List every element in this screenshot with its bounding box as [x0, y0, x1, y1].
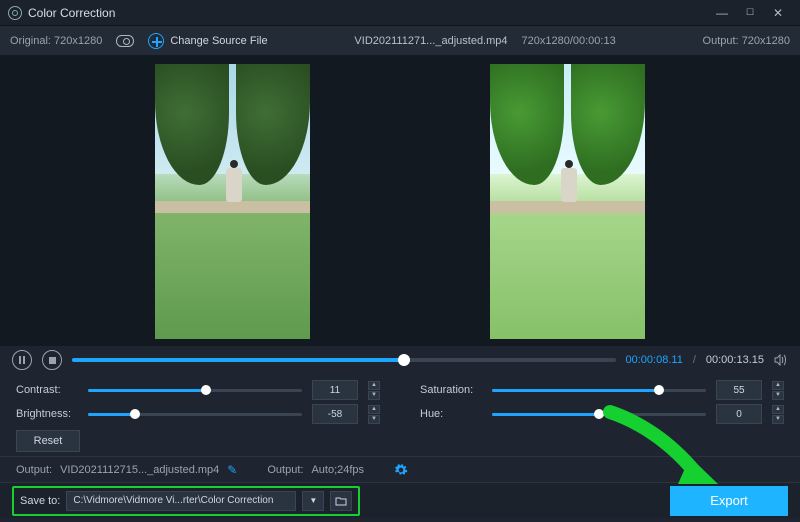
hue-step-up[interactable]: ▲	[772, 405, 784, 414]
stop-button[interactable]	[42, 350, 62, 370]
volume-icon[interactable]	[774, 354, 788, 366]
saturation-value[interactable]: 55	[716, 380, 762, 400]
hue-slider[interactable]	[492, 413, 706, 416]
save-to-path[interactable]: C:\Vidmore\Vidmore Vi...rter\Color Corre…	[66, 491, 296, 511]
save-to-label: Save to:	[20, 495, 60, 507]
settings-icon[interactable]	[394, 463, 408, 477]
preview-area	[0, 56, 800, 346]
saturation-row: Saturation: 55 ▲▼	[420, 380, 784, 400]
saturation-step-up[interactable]: ▲	[772, 381, 784, 390]
browse-folder-button[interactable]	[330, 491, 352, 511]
output-format: Auto;24fps	[311, 464, 364, 476]
preview-toggle-icon[interactable]	[116, 35, 134, 47]
save-to-dropdown[interactable]: ▼	[302, 491, 324, 511]
transport-bar: 00:00:08.11 / 00:00:13.15	[0, 346, 800, 374]
export-button[interactable]: Export	[670, 486, 788, 516]
hue-value[interactable]: 0	[716, 404, 762, 424]
brightness-label: Brightness:	[16, 408, 78, 420]
source-filename: VID202111271..._adjusted.mp4	[354, 35, 507, 47]
pause-button[interactable]	[12, 350, 32, 370]
rename-icon[interactable]: ✎	[227, 463, 237, 477]
output-dims-label: Output: 720x1280	[703, 35, 790, 47]
source-dims-duration: 720x1280/00:00:13	[522, 35, 616, 47]
brightness-step-up[interactable]: ▲	[368, 405, 380, 414]
reset-button[interactable]: Reset	[16, 430, 80, 452]
change-source-label: Change Source File	[170, 35, 267, 47]
original-label: Original: 720x1280	[10, 35, 102, 47]
brightness-slider[interactable]	[88, 413, 302, 416]
output-label-1: Output:	[16, 464, 52, 476]
save-to-group: Save to: C:\Vidmore\Vidmore Vi...rter\Co…	[12, 486, 360, 516]
close-button[interactable]: ✕	[764, 6, 792, 20]
time-separator: /	[693, 354, 696, 366]
brightness-row: Brightness: -58 ▲▼	[16, 404, 380, 424]
hue-step-down[interactable]: ▼	[772, 415, 784, 424]
output-row: Output: VID2021112715..._adjusted.mp4 ✎ …	[0, 456, 800, 482]
hue-label: Hue:	[420, 408, 482, 420]
change-source-button[interactable]: Change Source File	[148, 33, 267, 49]
saturation-label: Saturation:	[420, 384, 482, 396]
saturation-slider[interactable]	[492, 389, 706, 392]
sliders-panel: Contrast: 11 ▲▼ Saturation: 55 ▲▼ Bright…	[0, 374, 800, 426]
brightness-step-down[interactable]: ▼	[368, 415, 380, 424]
brightness-value[interactable]: -58	[312, 404, 358, 424]
saturation-step-down[interactable]: ▼	[772, 391, 784, 400]
time-current: 00:00:08.11	[626, 354, 683, 366]
plus-circle-icon	[148, 33, 164, 49]
contrast-row: Contrast: 11 ▲▼	[16, 380, 380, 400]
contrast-step-up[interactable]: ▲	[368, 381, 380, 390]
output-filename: VID2021112715..._adjusted.mp4	[60, 464, 219, 476]
bottom-bar: Save to: C:\Vidmore\Vidmore Vi...rter\Co…	[0, 482, 800, 518]
maximize-button[interactable]: ☐	[736, 7, 764, 18]
timeline-slider[interactable]	[72, 358, 616, 362]
minimize-button[interactable]: —	[708, 6, 736, 20]
hue-row: Hue: 0 ▲▼	[420, 404, 784, 424]
contrast-label: Contrast:	[16, 384, 78, 396]
contrast-value[interactable]: 11	[312, 380, 358, 400]
reset-row: Reset	[0, 426, 800, 456]
output-label-2: Output:	[267, 464, 303, 476]
preview-adjusted	[490, 64, 645, 339]
preview-original	[155, 64, 310, 339]
titlebar: Color Correction — ☐ ✕	[0, 0, 800, 26]
contrast-slider[interactable]	[88, 389, 302, 392]
info-bar: Original: 720x1280 Change Source File VI…	[0, 26, 800, 56]
contrast-step-down[interactable]: ▼	[368, 391, 380, 400]
window-title: Color Correction	[28, 6, 708, 20]
time-total: 00:00:13.15	[706, 354, 764, 366]
app-logo-icon	[8, 6, 22, 20]
